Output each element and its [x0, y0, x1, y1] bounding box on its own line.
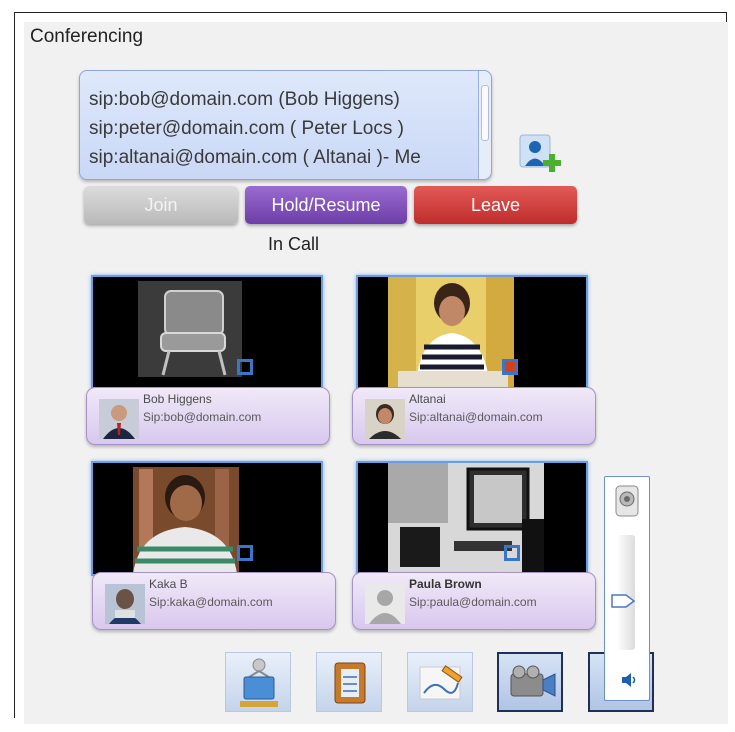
call-status: In Call — [268, 234, 320, 254]
video-tile-altanai[interactable] — [356, 275, 588, 390]
notes-icon[interactable] — [316, 652, 382, 712]
volume-slider-panel — [604, 476, 650, 701]
scrollbar-thumb[interactable] — [481, 85, 489, 141]
participant-card: Paula Brown Sip:paula@domain.com — [352, 572, 596, 630]
volume-track[interactable] — [617, 535, 635, 650]
participant-name: Bob Higgens — [143, 392, 212, 406]
avatar — [365, 584, 405, 624]
participant-sip: Sip:altanai@domain.com — [409, 410, 543, 424]
tile-select-box[interactable] — [504, 545, 520, 561]
window-title: Conferencing — [30, 26, 144, 47]
participant-list[interactable]: sip:bob@domain.com (Bob Higgens) sip:pet… — [79, 70, 492, 180]
add-contact-icon[interactable] — [517, 132, 563, 176]
whiteboard-icon[interactable] — [407, 652, 473, 712]
leave-button[interactable]: Leave — [414, 186, 577, 224]
participant-row[interactable]: sip:altanai@domain.com ( Altanai )- Me — [89, 143, 491, 172]
participant-name: Kaka B — [149, 577, 188, 591]
participant-sip: Sip:paula@domain.com — [409, 595, 537, 609]
tile-select-box[interactable] — [237, 545, 253, 561]
tile-select-box[interactable] — [237, 359, 253, 375]
video-tile-kaka[interactable] — [91, 461, 323, 576]
join-button[interactable]: Join — [84, 186, 238, 224]
participant-card: Kaka B Sip:kaka@domain.com — [92, 572, 336, 630]
list-scrollbar[interactable] — [478, 71, 491, 179]
avatar — [99, 399, 139, 439]
tile-select-box[interactable] — [502, 359, 518, 375]
participant-card: Bob Higgens Sip:bob@domain.com — [86, 387, 330, 445]
volume-thumb[interactable] — [611, 593, 635, 608]
participant-card: Altanai Sip:altanai@domain.com — [352, 387, 596, 445]
avatar — [105, 584, 145, 624]
video-camera-icon[interactable] — [497, 652, 563, 712]
video-frame — [388, 277, 514, 388]
participant-name: Paula Brown — [409, 577, 482, 591]
participant-row[interactable]: sip:peter@domain.com ( Peter Locs ) — [89, 114, 491, 143]
video-tile-bob[interactable] — [91, 275, 323, 390]
volume-icon — [622, 673, 636, 687]
participant-sip: Sip:bob@domain.com — [143, 410, 262, 424]
participant-sip: Sip:kaka@domain.com — [149, 595, 273, 609]
video-frame — [138, 281, 242, 377]
conference-icon[interactable] — [225, 652, 291, 712]
hold-resume-button[interactable]: Hold/Resume — [245, 186, 407, 224]
avatar — [365, 399, 405, 439]
video-frame — [388, 463, 544, 574]
participant-row[interactable]: sip:bob@domain.com (Bob Higgens) — [89, 85, 491, 114]
speaker-icon — [615, 485, 639, 517]
video-tile-paula[interactable] — [356, 461, 588, 576]
video-frame — [133, 467, 239, 574]
participant-name: Altanai — [409, 392, 446, 406]
